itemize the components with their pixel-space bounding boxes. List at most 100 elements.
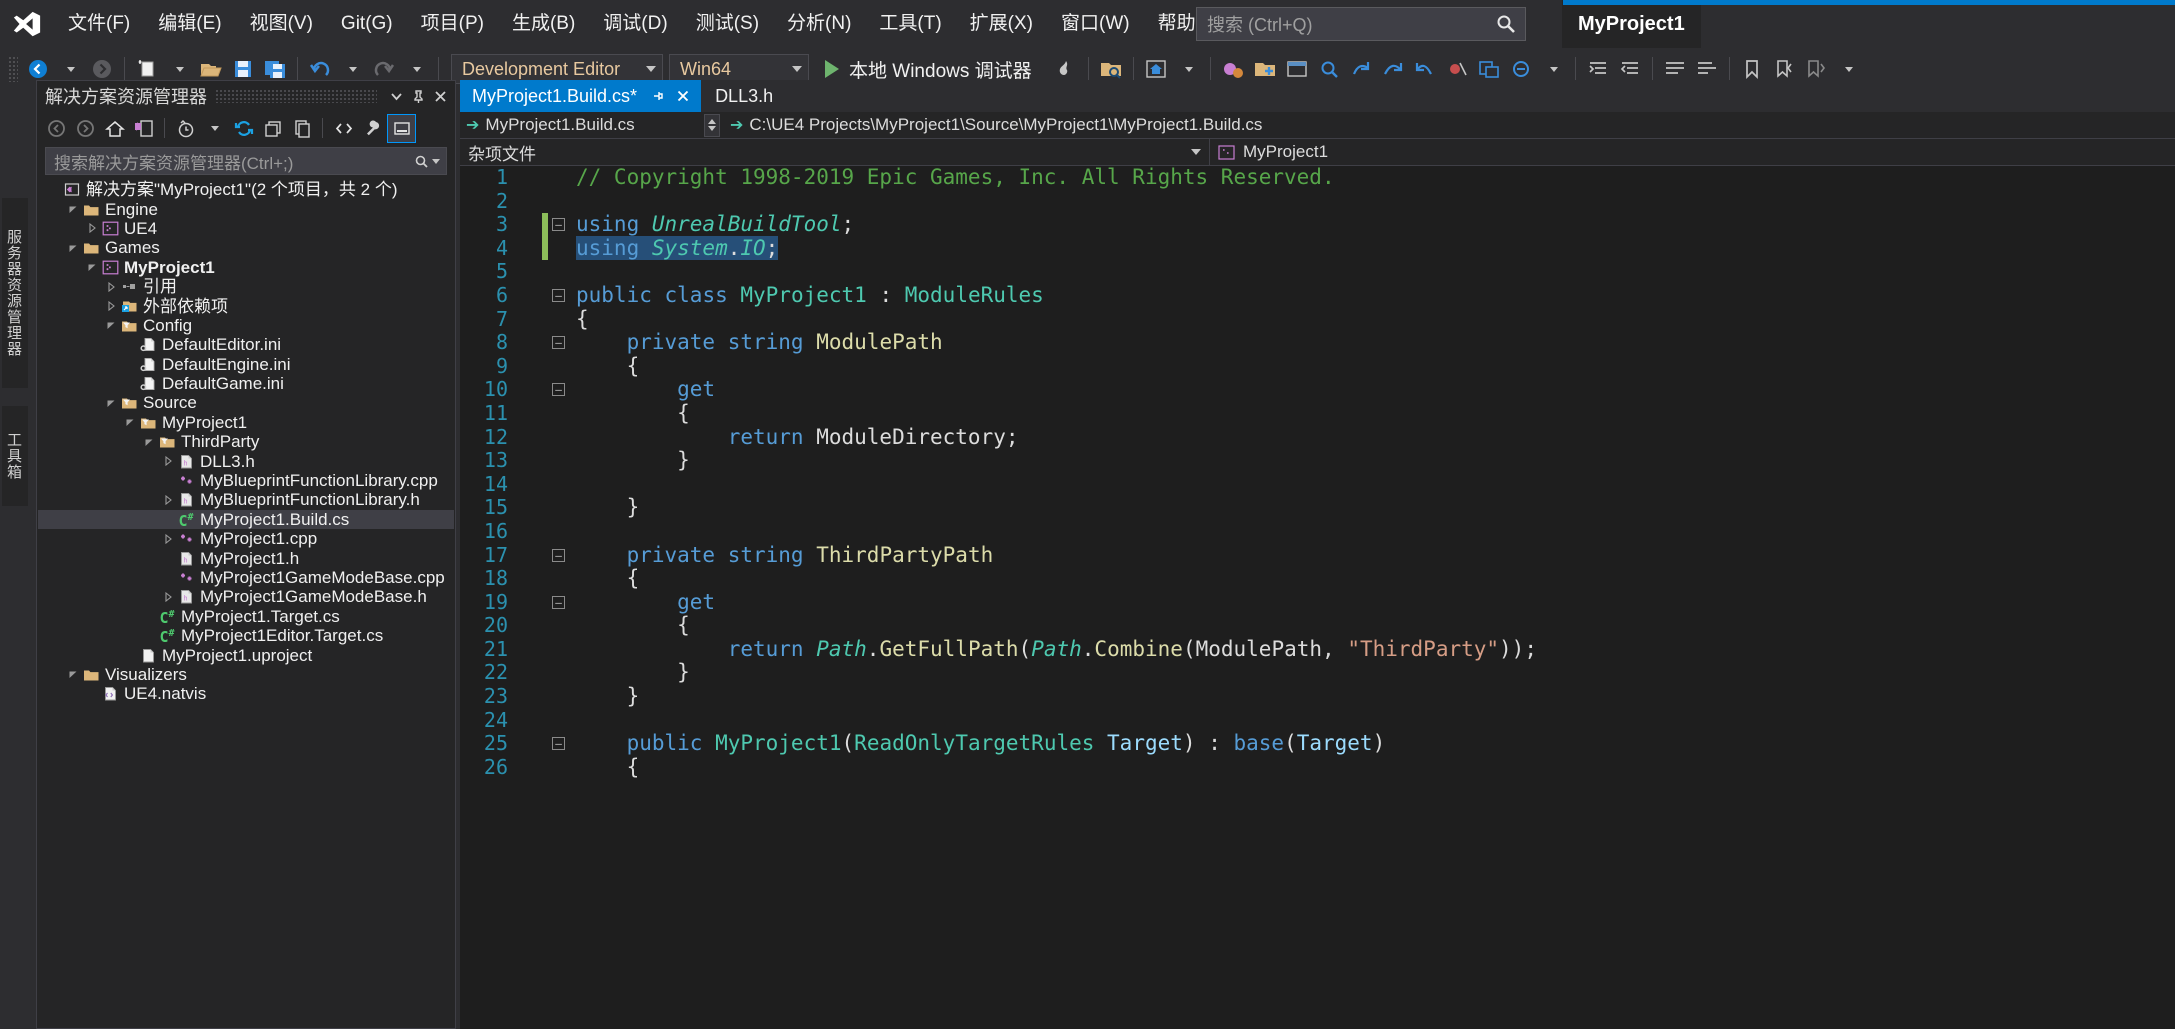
- tree-item[interactable]: Source: [38, 393, 454, 412]
- glyph-margin[interactable]: [522, 260, 542, 284]
- code-line[interactable]: 16: [460, 519, 2175, 544]
- tree-item[interactable]: UE4.natvis: [38, 684, 454, 703]
- code-lines[interactable]: 1 // Copyright 1998-2019 Epic Games, Inc.…: [460, 166, 2175, 779]
- chevron-expanded-icon[interactable]: [65, 240, 81, 256]
- chevron-collapsed-icon[interactable]: [84, 220, 100, 236]
- view-code-icon[interactable]: [330, 115, 357, 142]
- code-line[interactable]: 1 // Copyright 1998-2019 Epic Games, Inc.…: [460, 166, 2175, 190]
- refresh-icon[interactable]: [230, 115, 257, 142]
- code-line[interactable]: 4 using System.IO;: [460, 235, 2175, 261]
- nav-current-file[interactable]: ➔ MyProject1.Build.cs: [460, 112, 700, 139]
- glyph-margin[interactable]: [522, 449, 542, 473]
- menu-item-test[interactable]: 测试(S): [682, 0, 773, 48]
- chevron-collapsed-icon[interactable]: [160, 492, 176, 508]
- glyph-margin[interactable]: [522, 402, 542, 426]
- chevron-collapsed-icon[interactable]: [103, 279, 119, 295]
- code-line[interactable]: 10 – get: [460, 378, 2175, 402]
- chevron-collapsed-icon[interactable]: [160, 589, 176, 605]
- chevron-collapsed-icon[interactable]: [160, 453, 176, 469]
- tree-item[interactable]: h DLL3.h: [38, 451, 454, 471]
- tree-item[interactable]: MyProject1: [38, 258, 454, 277]
- quick-search-input[interactable]: 搜索 (Ctrl+Q): [1196, 7, 1526, 41]
- code-line[interactable]: 5: [460, 260, 2175, 284]
- tree-item[interactable]: h MyProject1.h: [38, 548, 454, 568]
- tree-item[interactable]: UE4: [38, 219, 454, 238]
- glyph-margin[interactable]: [522, 756, 542, 780]
- glyph-margin[interactable]: [522, 638, 542, 662]
- tab-myproject1-build-cs[interactable]: MyProject1.Build.cs*: [460, 80, 702, 112]
- glyph-margin[interactable]: [522, 661, 542, 685]
- tree-item[interactable]: h MyBlueprintFunctionLibrary.h: [38, 490, 454, 509]
- code-editor-surface[interactable]: 1 // Copyright 1998-2019 Epic Games, Inc.…: [460, 166, 2175, 1029]
- code-line[interactable]: 21 return Path.GetFullPath(Path.Combine(…: [460, 637, 2175, 662]
- chevron-expanded-icon[interactable]: [122, 414, 138, 430]
- glyph-margin[interactable]: [522, 190, 542, 214]
- code-line[interactable]: 2: [460, 189, 2175, 214]
- menu-item-project[interactable]: 项目(P): [407, 0, 498, 48]
- code-line[interactable]: 3 – using UnrealBuildTool;: [460, 212, 2175, 237]
- menu-item-file[interactable]: 文件(F): [54, 0, 144, 48]
- tree-item[interactable]: Engine: [38, 199, 454, 219]
- preview-selected-items-icon[interactable]: [387, 113, 416, 143]
- glyph-margin[interactable]: [522, 166, 542, 190]
- glyph-margin[interactable]: [522, 614, 542, 638]
- menu-item-tools[interactable]: 工具(T): [865, 0, 955, 48]
- pin-icon[interactable]: [649, 87, 667, 105]
- menu-item-debug[interactable]: 调试(D): [589, 0, 681, 48]
- collapse-all-icon[interactable]: [259, 115, 286, 142]
- menu-item-edit[interactable]: 编辑(E): [144, 0, 235, 48]
- solution-explorer-search-input[interactable]: 搜索解决方案资源管理器(Ctrl+;): [45, 147, 447, 175]
- glyph-margin[interactable]: [522, 567, 542, 591]
- code-line[interactable]: 23 }: [460, 684, 2175, 709]
- forward-icon[interactable]: [72, 115, 99, 142]
- history-dropdown-icon[interactable]: [201, 115, 228, 142]
- fold-collapse-icon[interactable]: –: [548, 732, 572, 756]
- chevron-expanded-icon[interactable]: [141, 434, 157, 450]
- nav-full-path[interactable]: ➔ C:\UE4 Projects\MyProject1\Source\MyPr…: [724, 112, 2175, 139]
- chevron-down-icon[interactable]: [385, 85, 407, 107]
- tree-item[interactable]: ThirdParty: [38, 432, 454, 451]
- menu-item-git[interactable]: Git(G): [327, 0, 407, 48]
- solution-explorer-tree[interactable]: 解决方案"MyProject1"(2 个项目，共 2 个) Engine UE4 Ga…: [38, 180, 454, 1027]
- tree-item[interactable]: C# MyProject1Editor.Target.cs: [38, 626, 454, 645]
- glyph-margin[interactable]: [522, 544, 542, 568]
- back-icon[interactable]: [43, 115, 70, 142]
- tree-item[interactable]: 引用: [38, 277, 454, 296]
- tree-item[interactable]: MyBlueprintFunctionLibrary.cpp: [38, 471, 454, 490]
- breadcrumb-misc-files[interactable]: 杂项文件: [460, 138, 1210, 166]
- tree-item[interactable]: Visualizers: [38, 665, 454, 684]
- close-icon[interactable]: [429, 85, 451, 107]
- code-line[interactable]: 17 – private string ThirdPartyPath: [460, 543, 2175, 568]
- code-line[interactable]: 26 {: [460, 755, 2175, 780]
- fold-collapse-icon[interactable]: –: [548, 284, 572, 308]
- menu-item-extensions[interactable]: 扩展(X): [956, 0, 1047, 48]
- glyph-margin[interactable]: [522, 709, 542, 733]
- code-line[interactable]: 22 }: [460, 661, 2175, 685]
- tree-item[interactable]: DefaultEditor.ini: [38, 335, 454, 354]
- fold-collapse-icon[interactable]: –: [548, 331, 572, 355]
- tree-item[interactable]: DefaultEngine.ini: [38, 355, 454, 374]
- glyph-margin[interactable]: [522, 473, 542, 497]
- code-line[interactable]: 25 – public MyProject1(ReadOnlyTargetRule…: [460, 731, 2175, 756]
- fold-collapse-icon[interactable]: –: [548, 213, 572, 237]
- code-line[interactable]: 19 – get: [460, 590, 2175, 615]
- menu-item-analyze[interactable]: 分析(N): [773, 0, 865, 48]
- glyph-margin[interactable]: [522, 213, 542, 237]
- tree-item[interactable]: DefaultGame.ini: [38, 374, 454, 393]
- code-line[interactable]: 7{: [460, 307, 2175, 332]
- pending-changes-icon[interactable]: [130, 115, 157, 142]
- glyph-margin[interactable]: [522, 426, 542, 450]
- glyph-margin[interactable]: [522, 496, 542, 520]
- code-line[interactable]: 20 {: [460, 613, 2175, 638]
- glyph-margin[interactable]: [522, 520, 542, 544]
- glyph-margin[interactable]: [522, 308, 542, 332]
- code-line[interactable]: 11 {: [460, 401, 2175, 426]
- tree-item[interactable]: MyProject1: [38, 413, 454, 432]
- menu-item-build[interactable]: 生成(B): [498, 0, 589, 48]
- code-line[interactable]: 8 – private string ModulePath: [460, 330, 2175, 355]
- tree-item[interactable]: MyProject1GameModeBase.cpp: [38, 568, 454, 587]
- glyph-margin[interactable]: [522, 355, 542, 379]
- sidebar-tab-server-explorer[interactable]: 服务器资源管理器: [2, 198, 28, 388]
- tree-item[interactable]: Config: [38, 316, 454, 335]
- home-icon[interactable]: [101, 115, 128, 142]
